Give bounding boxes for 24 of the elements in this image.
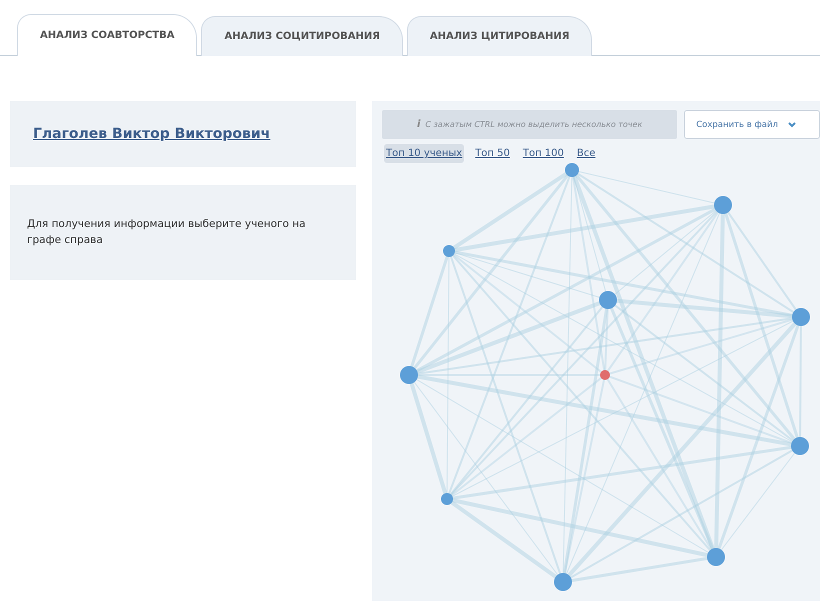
graph-node[interactable] [400, 366, 418, 384]
hint-text: С зажатым CTRL можно выделить несколько точек [425, 120, 642, 129]
caret-icon [788, 122, 796, 128]
filter-link[interactable]: Топ 50 [473, 144, 512, 163]
graph-node[interactable] [792, 308, 810, 326]
filter-link[interactable]: Все [574, 144, 598, 163]
tab[interactable]: АНАЛИЗ СОАВТОРСТВА [17, 14, 198, 56]
info-icon: i [416, 119, 420, 130]
filter-link[interactable]: Топ 100 [520, 144, 566, 163]
graph-node[interactable] [443, 245, 455, 257]
graph-node[interactable] [714, 196, 732, 214]
scientist-name-link[interactable]: Глаголев Виктор Викторович [33, 126, 270, 142]
info-text: Для получения информации выберите ученого на графе справа [27, 216, 307, 248]
graph-node[interactable] [599, 291, 617, 309]
filter-link[interactable]: Топ 10 ученых [384, 144, 464, 163]
tab[interactable]: АНАЛИЗ ЦИТИРОВАНИЯ [406, 16, 592, 56]
graph-node[interactable] [791, 437, 809, 455]
graph-node[interactable] [707, 548, 725, 566]
graph-node[interactable] [554, 573, 572, 591]
save-dropdown[interactable]: Сохранить в файл [684, 110, 820, 139]
graph-node[interactable] [600, 370, 610, 380]
graph-node[interactable] [441, 493, 453, 505]
tab[interactable]: АНАЛИЗ СОЦИТИРОВАНИЯ [201, 16, 403, 56]
graph-node[interactable] [565, 163, 579, 177]
